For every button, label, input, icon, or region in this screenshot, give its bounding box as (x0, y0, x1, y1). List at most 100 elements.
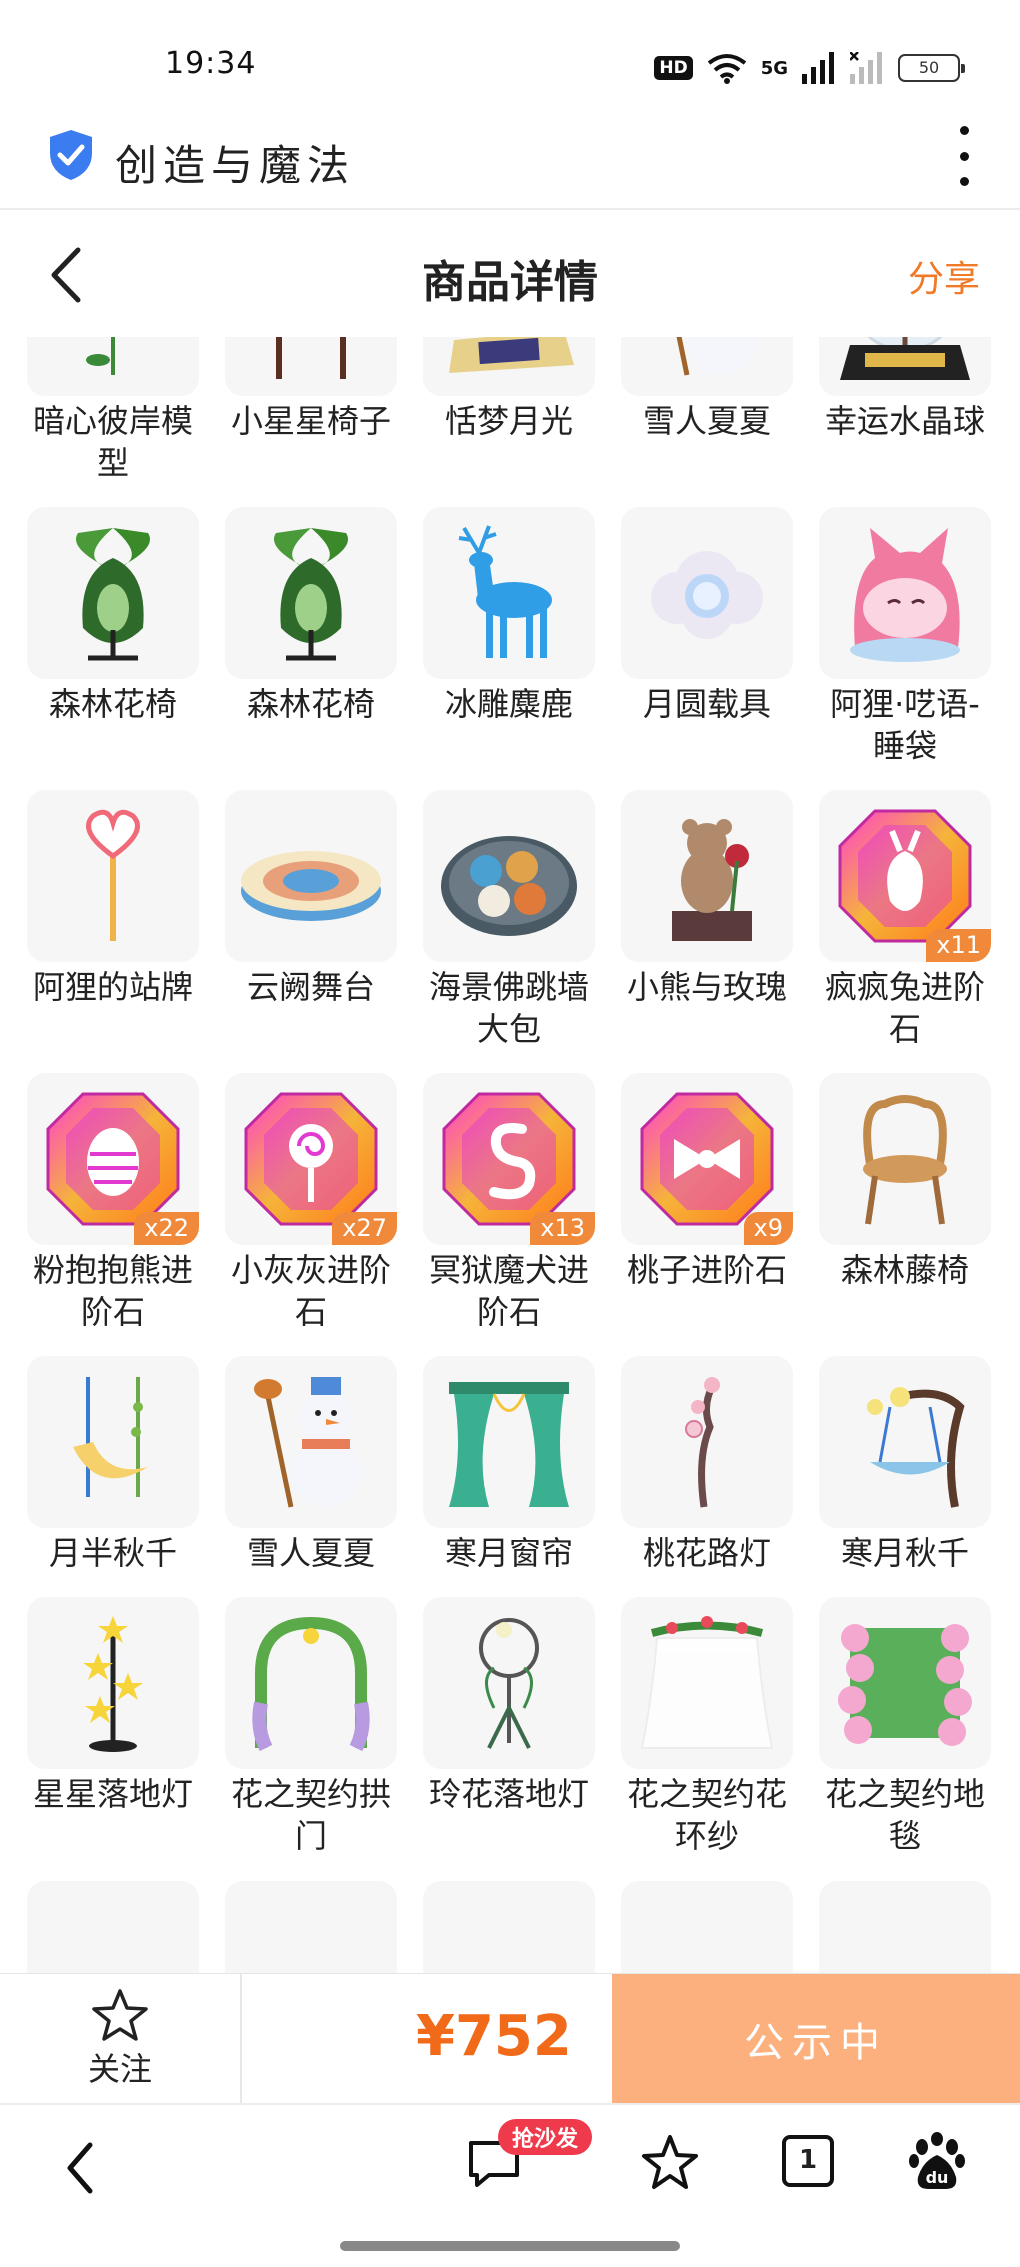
product-thumbnail (423, 1597, 595, 1769)
baidu-paw-button[interactable]: du (906, 2131, 968, 2193)
product-name: 海景佛跳墙大包 (428, 968, 589, 1048)
product-name: 恬梦月光 (444, 402, 573, 440)
product-item[interactable]: 月半秋千 (27, 1356, 199, 1574)
product-item[interactable]: x9 桃子进阶石 (621, 1073, 793, 1291)
moon-swing-icon (449, 337, 574, 373)
product-name: 暗心彼岸模型 (32, 402, 193, 482)
comment-badge: 抢沙发 (498, 2119, 593, 2155)
product-item[interactable]: 星星落地灯 (27, 1597, 199, 1815)
product-item[interactable] (27, 1881, 199, 1973)
product-thumbnail (225, 1597, 397, 1769)
product-name: 玲花落地灯 (428, 1775, 589, 1813)
product-item[interactable]: 寒月秋千 (819, 1356, 991, 1574)
buns-plate-icon (441, 836, 577, 936)
product-thumbnail (27, 1881, 199, 1973)
product-thumbnail (225, 790, 397, 962)
product-thumbnail (27, 790, 199, 962)
star-lamp-icon (83, 1616, 143, 1752)
product-thumbnail (621, 507, 793, 679)
product-name: 森林花椅 (48, 685, 177, 723)
product-name: 月圆载具 (642, 685, 771, 723)
more-menu-button[interactable] (952, 126, 976, 186)
page-header: 商品详情 分享 (0, 212, 1020, 337)
follow-button[interactable]: 关注 (0, 1974, 242, 2104)
product-item[interactable]: 寒月窗帘 (423, 1356, 595, 1574)
product-item[interactable]: x11 疯疯兔进阶石 (819, 790, 991, 1050)
product-item[interactable]: 森林藤椅 (819, 1073, 991, 1291)
product-item[interactable]: 阿狸·呓语-睡袋 (819, 507, 991, 767)
product-name: 小熊与玫瑰 (626, 968, 787, 1006)
product-thumbnail (225, 507, 397, 679)
product-item[interactable]: 小星星椅子 (225, 337, 397, 442)
product-item[interactable] (225, 1881, 397, 1973)
product-item[interactable]: 云阙舞台 (225, 790, 397, 1008)
product-name: 雪人夏夏 (246, 1534, 375, 1572)
shield-icon (50, 130, 92, 180)
product-thumbnail (621, 337, 793, 396)
follow-label: 关注 (87, 2050, 152, 2088)
share-button[interactable]: 分享 (908, 250, 980, 302)
product-name: 花之契约花环纱 (626, 1775, 787, 1855)
product-item[interactable]: 月圆载具 (621, 507, 793, 725)
flower-rug-icon (838, 1624, 972, 1746)
product-item[interactable]: 海景佛跳墙大包 (423, 790, 595, 1050)
snowman-icon (676, 337, 757, 376)
action-bar: 关注 ¥752 公示中 (0, 1973, 1020, 2104)
ice-deer-icon (458, 525, 552, 658)
product-item[interactable]: 桃花路灯 (621, 1356, 793, 1574)
star-outline-icon (92, 1989, 148, 2041)
product-item[interactable] (621, 1881, 793, 1973)
browser-nav-bar: 抢沙发 1 du (0, 2103, 1020, 2267)
flower-arch-icon (252, 1616, 370, 1752)
hd-icon: HD (654, 56, 693, 80)
product-item[interactable]: 雪人夏夏 (621, 337, 793, 442)
product-item[interactable]: 花之契约拱门 (225, 1597, 397, 1857)
product-item[interactable]: 小熊与玫瑰 (621, 790, 793, 1008)
quantity-badge: x9 (743, 1212, 793, 1245)
items-grid[interactable]: 暗心彼岸模型 小星星椅子 恬梦月光 雪人夏夏 幸运水晶球 森林花椅 森林花椅 冰雕麋鹿 月圆载具… (0, 337, 1020, 1973)
signal-weak-icon (850, 52, 882, 84)
product-thumbnail (423, 1881, 595, 1973)
favorite-button[interactable] (640, 2133, 700, 2193)
quantity-badge: x27 (332, 1212, 397, 1245)
crescent-swing-icon (73, 1377, 148, 1497)
product-item[interactable]: 玲花落地灯 (423, 1597, 595, 1815)
heart-sign-icon (86, 809, 140, 941)
product-item[interactable]: 花之契约地毯 (819, 1597, 991, 1857)
product-name: 桃子进阶石 (626, 1251, 787, 1289)
product-item[interactable]: 恬梦月光 (423, 337, 595, 442)
dot-icon (959, 126, 969, 135)
quantity-badge: x11 (926, 929, 991, 962)
product-item[interactable]: x13 冥狱魔犬进阶石 (423, 1073, 595, 1333)
product-item[interactable]: 森林花椅 (27, 507, 199, 725)
product-thumbnail (225, 1356, 397, 1528)
tree-swing-icon (867, 1387, 965, 1508)
product-item[interactable]: 阿狸的站牌 (27, 790, 199, 1008)
forest-chair-icon (274, 528, 348, 661)
product-item[interactable]: 幸运水晶球 (819, 337, 991, 442)
product-item[interactable]: 冰雕麋鹿 (423, 507, 595, 725)
blossom-lamp-icon (685, 1377, 720, 1508)
product-item[interactable]: 花之契约花环纱 (621, 1597, 793, 1857)
product-item[interactable]: x22 粉抱抱熊进阶石 (27, 1073, 199, 1333)
tabs-button[interactable]: 1 (782, 2135, 834, 2187)
product-item[interactable]: 暗心彼岸模型 (27, 337, 199, 484)
product-item[interactable] (423, 1881, 595, 1973)
browser-back-button[interactable] (60, 2133, 100, 2203)
product-name: 森林花椅 (246, 685, 375, 723)
crystal-ball-icon (840, 337, 970, 380)
bear-rose-icon (672, 819, 752, 941)
product-item[interactable]: 雪人夏夏 (225, 1356, 397, 1574)
product-item[interactable]: 森林花椅 (225, 507, 397, 725)
product-item[interactable] (819, 1881, 991, 1973)
product-thumbnail (225, 337, 397, 396)
page-title: 商品详情 (422, 257, 598, 308)
publicity-status-button[interactable]: 公示中 (612, 1974, 1020, 2104)
product-thumbnail (819, 1597, 991, 1769)
wifi-icon (707, 54, 746, 84)
veil-icon (640, 1616, 774, 1749)
product-item[interactable]: x27 小灰灰进阶石 (225, 1073, 397, 1333)
product-name: 桃花路灯 (642, 1534, 771, 1572)
star-chair-icon (276, 337, 346, 379)
product-thumbnail (819, 1356, 991, 1528)
